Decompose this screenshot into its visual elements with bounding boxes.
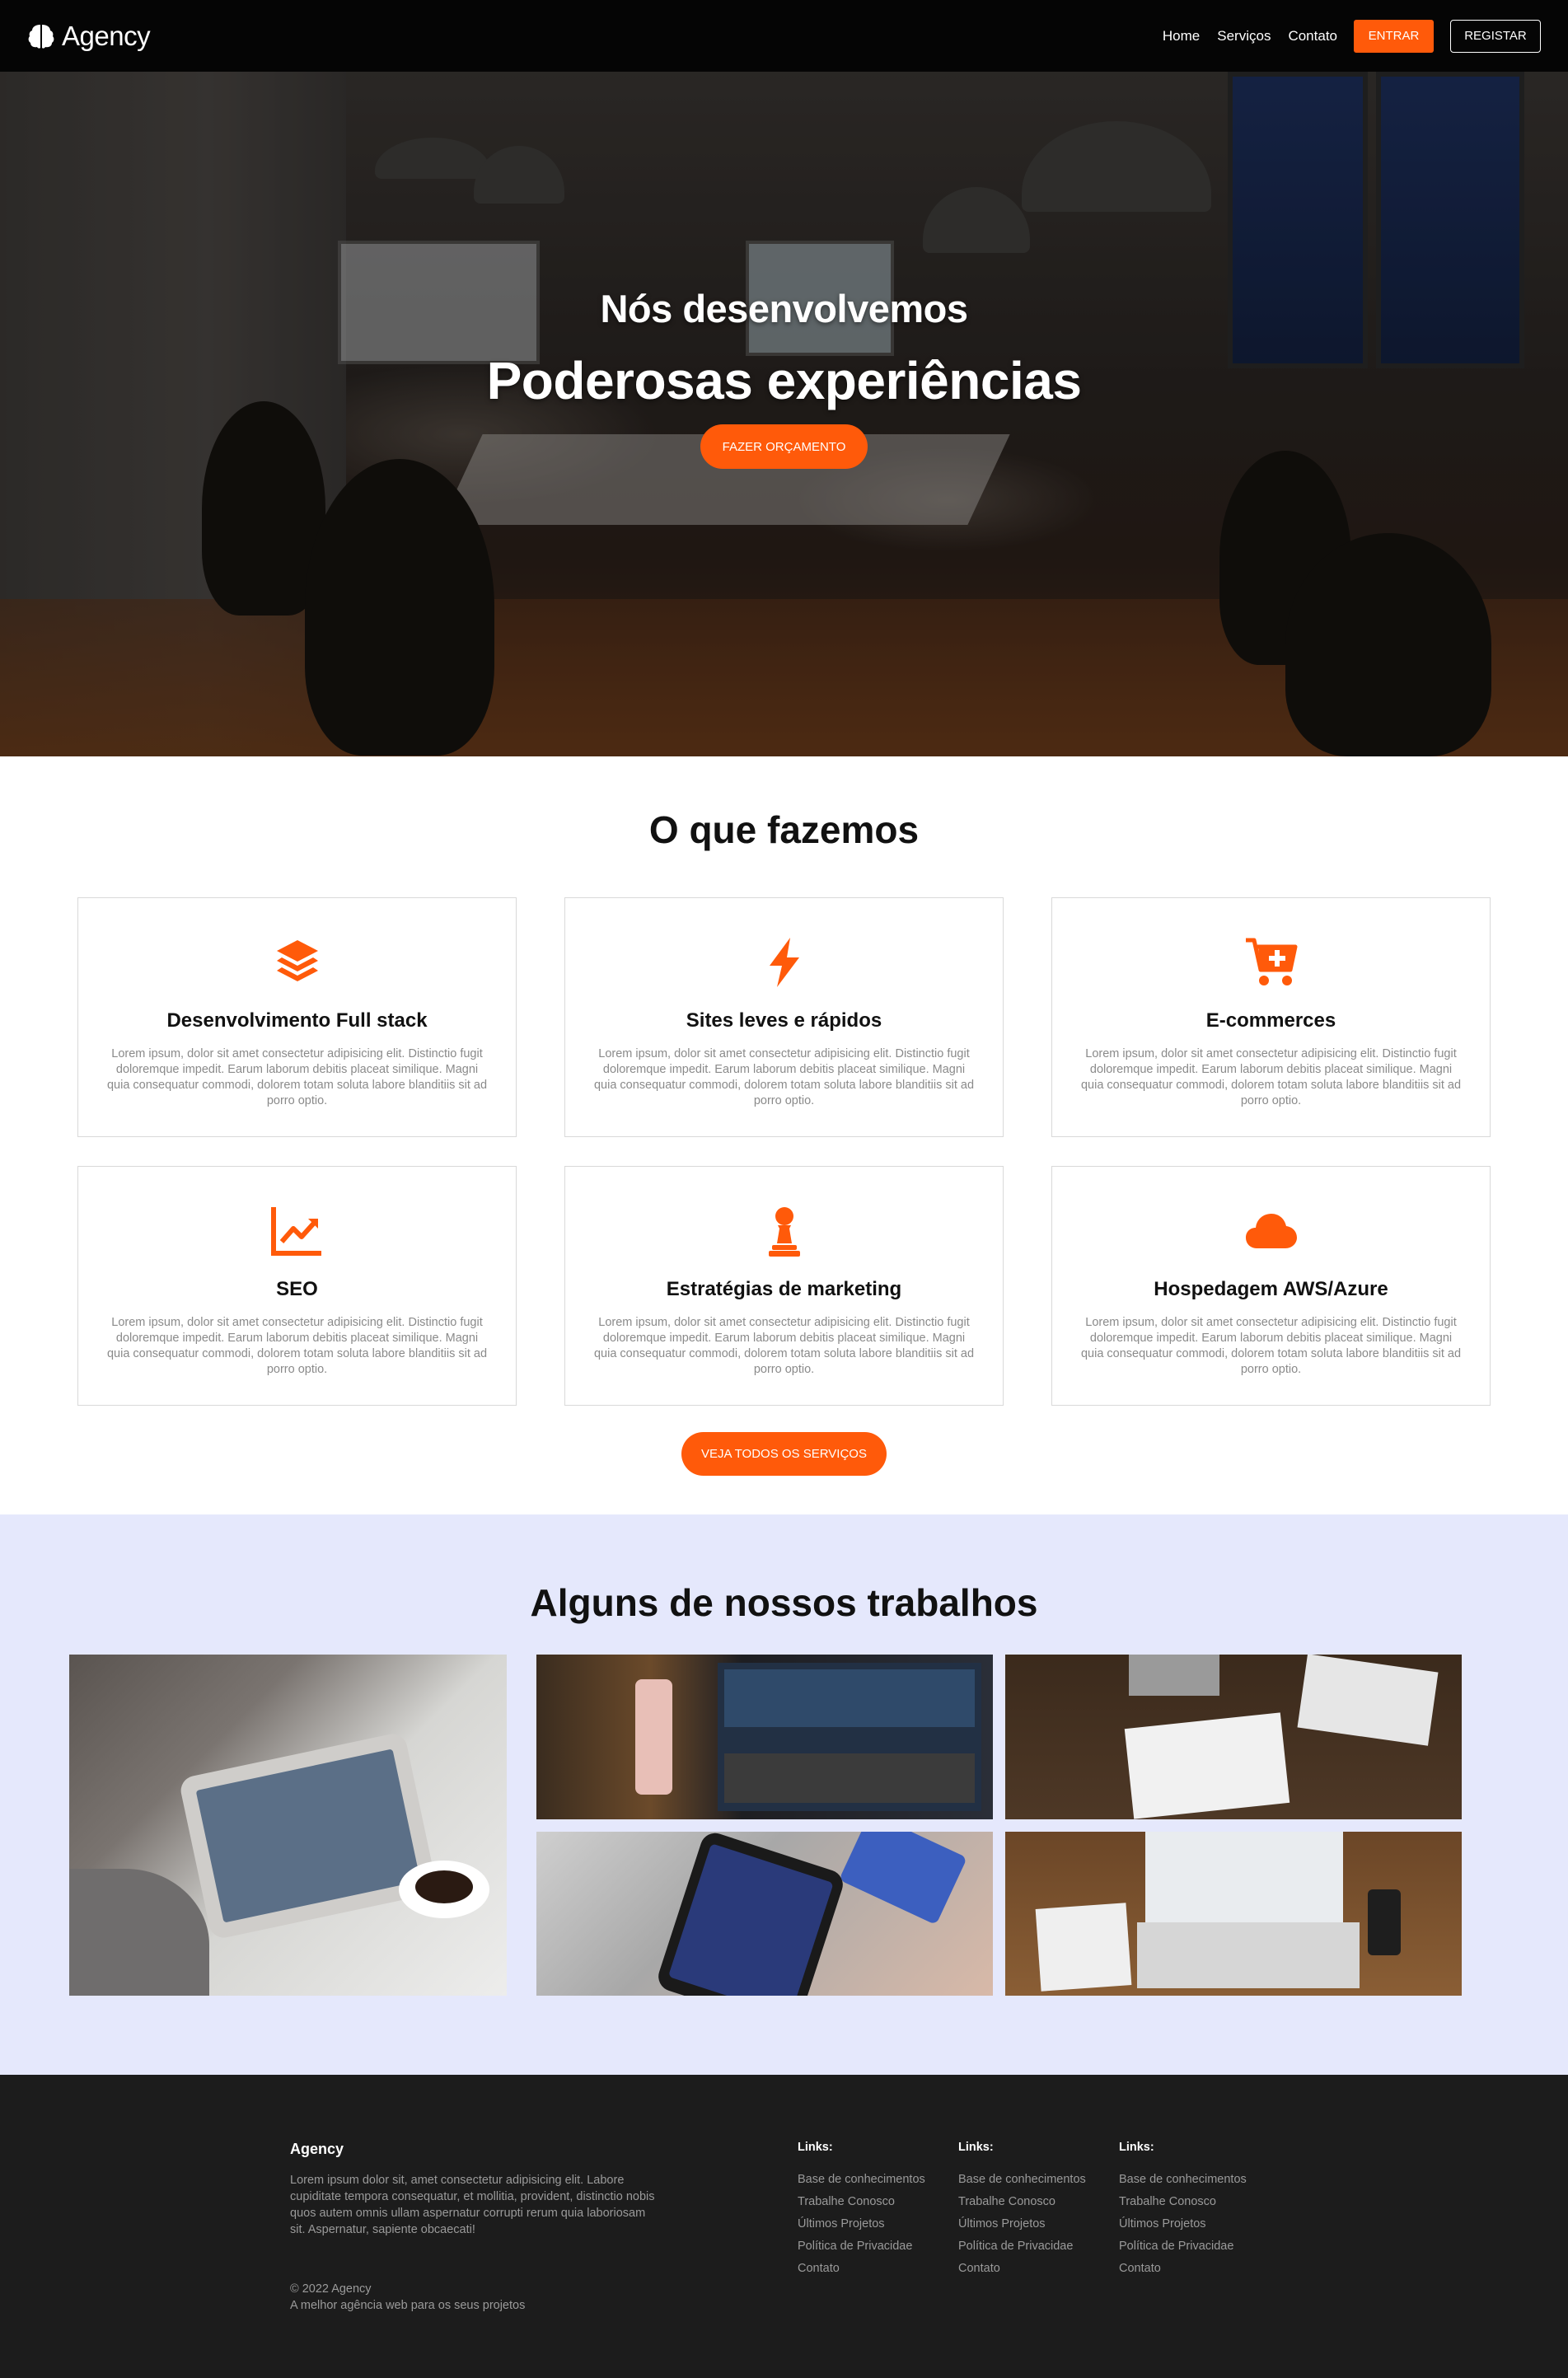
footer-tagline: A melhor agência web para os seus projet…	[290, 2299, 526, 2312]
paper-shape	[1297, 1655, 1439, 1746]
quote-button[interactable]: FAZER ORÇAMENTO	[700, 424, 868, 469]
laptop-edge-shape	[1129, 1655, 1219, 1696]
navbar: Agency Home Serviços Contato ENTRAR REGI…	[0, 0, 1568, 72]
service-card: Sites leves e rápidos Lorem ipsum, dolor…	[564, 897, 1004, 1137]
footer-link[interactable]: Política de Privacidae	[1119, 2235, 1247, 2258]
layers-icon	[78, 935, 516, 990]
footer-link[interactable]: Base de conhecimentos	[1119, 2169, 1247, 2191]
portfolio-image[interactable]	[1005, 1655, 1462, 1819]
footer-description: Lorem ipsum dolor sit, amet consectetur …	[290, 2174, 655, 2236]
portfolio-image[interactable]	[1005, 1832, 1462, 1996]
footer-link[interactable]: Contato	[798, 2258, 925, 2280]
notebook-shape	[1035, 1903, 1132, 1992]
nav-link-home[interactable]: Home	[1163, 28, 1200, 44]
cup-shape	[635, 1679, 672, 1795]
coffee-cup-shape	[399, 1861, 489, 1918]
footer: Agency Lorem ipsum dolor sit, amet conse…	[0, 2075, 1568, 2378]
service-description: Lorem ipsum, dolor sit amet consectetur …	[106, 1047, 488, 1107]
phone-shape	[1368, 1889, 1401, 1955]
footer-copyright: © 2022 Agency	[290, 2282, 372, 2296]
footer-brand: Agency	[290, 2141, 344, 2157]
footer-link[interactable]: Base de conhecimentos	[798, 2169, 925, 2191]
service-card: Estratégias de marketing Lorem ipsum, do…	[564, 1166, 1004, 1406]
portfolio-section: Alguns de nossos trabalhos	[0, 1514, 1568, 2075]
service-description: Lorem ipsum, dolor sit amet consectetur …	[593, 1316, 975, 1376]
service-card: Hospedagem AWS/Azure Lorem ipsum, dolor …	[1051, 1166, 1491, 1406]
brain-icon	[28, 24, 54, 49]
footer-column: Links: Base de conhecimentos Trabalhe Co…	[958, 2141, 1086, 2280]
service-description: Lorem ipsum, dolor sit amet consectetur …	[1080, 1316, 1462, 1376]
paper-shape	[1124, 1712, 1290, 1819]
footer-link[interactable]: Base de conhecimentos	[958, 2169, 1086, 2191]
portfolio-image[interactable]	[536, 1655, 993, 1819]
footer-column-heading: Links:	[798, 2141, 833, 2154]
nav-link-contato[interactable]: Contato	[1288, 28, 1337, 44]
portfolio-image[interactable]	[69, 1655, 507, 1996]
footer-column-heading: Links:	[958, 2141, 994, 2154]
footer-column: Links: Base de conhecimentos Trabalhe Co…	[1119, 2141, 1247, 2280]
service-card: Desenvolvimento Full stack Lorem ipsum, …	[77, 897, 517, 1137]
portfolio-title: Alguns de nossos trabalhos	[530, 1581, 1038, 1624]
cloud-icon	[1052, 1204, 1490, 1258]
service-description: Lorem ipsum, dolor sit amet consectetur …	[106, 1316, 488, 1376]
footer-link[interactable]: Últimos Projetos	[1119, 2213, 1247, 2235]
nav-link-servicos[interactable]: Serviços	[1217, 28, 1271, 44]
service-card: E-commerces Lorem ipsum, dolor sit amet …	[1051, 897, 1491, 1137]
brand-name: Agency	[62, 20, 151, 51]
portfolio-image[interactable]	[536, 1832, 993, 1996]
footer-column-heading: Links:	[1119, 2141, 1154, 2154]
footer-link[interactable]: Política de Privacidae	[958, 2235, 1086, 2258]
hero-title: Poderosas experiências	[486, 351, 1082, 410]
service-title: Estratégias de marketing	[666, 1278, 902, 1300]
service-title: Sites leves e rápidos	[686, 1009, 882, 1032]
nav-links: Home Serviços Contato ENTRAR REGISTAR	[1163, 19, 1541, 53]
service-title: E-commerces	[1205, 1009, 1336, 1032]
bolt-icon	[565, 935, 1003, 990]
footer-link[interactable]: Últimos Projetos	[958, 2213, 1086, 2235]
footer-copyright-block: © 2022 Agency A melhor agência web para …	[290, 2281, 525, 2314]
footer-link[interactable]: Política de Privacidae	[798, 2235, 925, 2258]
tablet-shape	[178, 1731, 438, 1940]
hero-content: Nós desenvolvemos Poderosas experiências…	[0, 72, 1568, 756]
service-card: SEO Lorem ipsum, dolor sit amet consecte…	[77, 1166, 517, 1406]
login-button[interactable]: ENTRAR	[1354, 19, 1434, 53]
footer-link[interactable]: Últimos Projetos	[798, 2213, 925, 2235]
services-title: O que fazemos	[648, 808, 920, 851]
cart-plus-icon	[1052, 935, 1490, 990]
footer-link[interactable]: Trabalhe Conosco	[958, 2191, 1086, 2213]
laptop-screen-shape	[718, 1663, 981, 1811]
service-description: Lorem ipsum, dolor sit amet consectetur …	[593, 1047, 975, 1107]
chess-pawn-icon	[565, 1204, 1003, 1258]
keyboard-shape	[1137, 1922, 1360, 1988]
register-button[interactable]: REGISTAR	[1450, 19, 1541, 53]
service-title: SEO	[276, 1278, 318, 1300]
service-title: Desenvolvimento Full stack	[166, 1009, 428, 1032]
hero-section: Nós desenvolvemos Poderosas experiências…	[0, 72, 1568, 756]
credit-card-shape	[839, 1832, 967, 1926]
arm-shape	[69, 1869, 209, 1996]
footer-link[interactable]: Contato	[1119, 2258, 1247, 2280]
laptop-screen-shape	[1145, 1832, 1343, 1922]
service-description: Lorem ipsum, dolor sit amet consectetur …	[1080, 1047, 1462, 1107]
brand-logo[interactable]: Agency	[27, 20, 151, 52]
chart-line-icon	[78, 1204, 516, 1258]
hero-subtitle: Nós desenvolvemos	[600, 287, 968, 330]
footer-column: Links: Base de conhecimentos Trabalhe Co…	[798, 2141, 925, 2280]
all-services-button[interactable]: VEJA TODOS OS SERVIÇOS	[681, 1432, 887, 1476]
footer-link[interactable]: Trabalhe Conosco	[798, 2191, 925, 2213]
phone-shape	[654, 1832, 847, 1996]
footer-link[interactable]: Contato	[958, 2258, 1086, 2280]
service-title: Hospedagem AWS/Azure	[1154, 1278, 1388, 1300]
footer-link[interactable]: Trabalhe Conosco	[1119, 2191, 1247, 2213]
